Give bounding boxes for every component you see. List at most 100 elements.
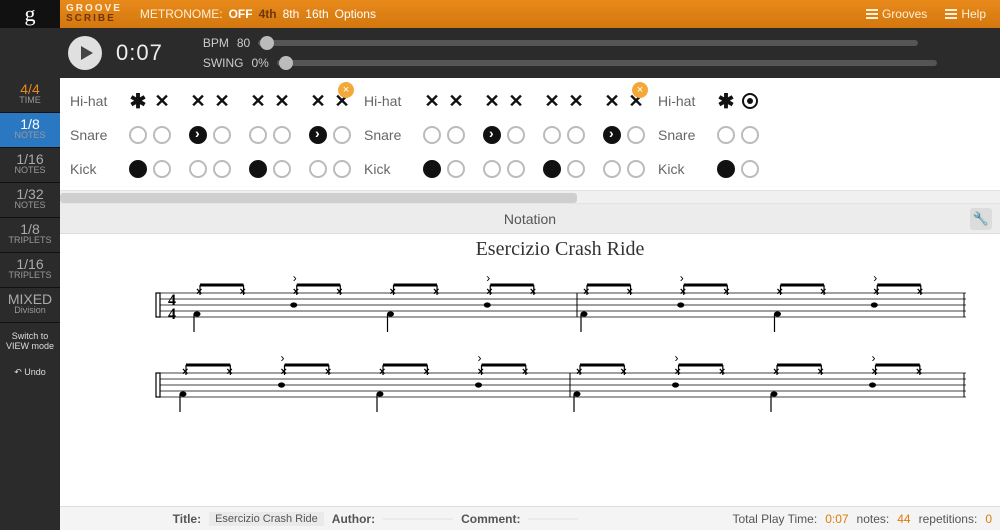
beat-cell[interactable] [273,126,291,144]
slider-thumb[interactable] [260,36,274,50]
cell[interactable] [128,125,148,145]
cell[interactable] [542,125,562,145]
beat-cell[interactable] [249,160,267,178]
cell[interactable] [506,125,526,145]
cell[interactable]: ✕ [566,91,586,111]
cell[interactable] [626,159,646,179]
cell[interactable] [212,125,232,145]
cell[interactable] [422,159,442,179]
metronome-off-button[interactable]: OFF [229,7,253,21]
cell[interactable] [152,159,172,179]
beat-cell[interactable] [507,160,525,178]
beat-cell[interactable] [717,126,735,144]
beat-cell[interactable] [717,160,735,178]
beat-cell[interactable] [153,126,171,144]
cell[interactable] [542,159,562,179]
cell[interactable] [602,125,622,145]
beat-cell[interactable] [567,160,585,178]
cell[interactable]: ✕ [446,91,466,111]
beat-cell[interactable] [507,126,525,144]
cell[interactable] [740,91,760,111]
beat-cell[interactable] [309,126,327,144]
sidebar-item-1-16[interactable]: 1/16TRIPLETS [0,253,60,288]
notation-settings-button[interactable]: 🔧 [970,208,992,230]
author-input[interactable] [383,518,453,520]
sidebar-item-MIXED[interactable]: MIXEDDivision [0,288,60,323]
beat-cell[interactable] [447,160,465,178]
cell[interactable] [446,125,466,145]
cell[interactable]: ✱ [716,91,736,111]
sidebar-item-1-16[interactable]: 1/16NOTES [0,148,60,183]
beat-cell[interactable] [129,126,147,144]
cell[interactable]: ✕ [248,91,268,111]
cell[interactable] [212,159,232,179]
delete-measure-button[interactable]: × [632,82,648,98]
cell[interactable] [422,125,442,145]
cell[interactable] [272,159,292,179]
beat-cell[interactable] [567,126,585,144]
cell[interactable] [506,159,526,179]
cell[interactable] [626,125,646,145]
beat-cell[interactable] [189,160,207,178]
beat-cell[interactable] [603,126,621,144]
cell[interactable] [740,159,760,179]
beat-cell[interactable] [483,160,501,178]
cell[interactable] [716,159,736,179]
beat-cell[interactable] [741,126,759,144]
beat-cell[interactable] [213,160,231,178]
beat-cell[interactable] [741,160,759,178]
cell[interactable]: ✕ [308,91,328,111]
swing-slider[interactable] [277,60,937,66]
slider-thumb[interactable] [279,56,293,70]
cell[interactable]: ✕ [272,91,292,111]
horizontal-scrollbar[interactable] [60,190,1000,204]
cell[interactable] [308,159,328,179]
sidebar-item-1-8[interactable]: 1/8NOTES [0,113,60,148]
title-input[interactable]: Esercizio Crash Ride [209,512,324,526]
metronome-4th-button[interactable]: 4th [259,7,277,21]
cell[interactable] [566,125,586,145]
cell[interactable] [152,125,172,145]
cell[interactable] [566,159,586,179]
cell[interactable] [128,159,148,179]
cell[interactable] [332,125,352,145]
beat-cell[interactable] [543,126,561,144]
cell[interactable] [446,159,466,179]
beat-cell[interactable] [423,126,441,144]
beat-cell[interactable] [333,126,351,144]
cell[interactable]: ✕ [188,91,208,111]
beat-cell[interactable] [189,126,207,144]
cell[interactable]: ✕ [212,91,232,111]
cell[interactable]: ✕ [506,91,526,111]
beat-cell[interactable] [333,160,351,178]
beat-cell[interactable] [129,160,147,178]
delete-measure-button[interactable]: × [338,82,354,98]
sidebar-item-4-4[interactable]: 4/4TIME [0,78,60,113]
play-button[interactable] [68,36,102,70]
undo-button[interactable]: ↶ Undo [0,359,60,386]
help-link[interactable]: Help [945,7,986,21]
cell[interactable] [308,125,328,145]
beat-cell[interactable] [603,160,621,178]
cell[interactable]: ✕ [422,91,442,111]
switch-view-mode-button[interactable]: Switch to VIEW mode [0,323,60,359]
beat-cell[interactable] [627,160,645,178]
beat-cell[interactable] [627,126,645,144]
cell[interactable]: ✕ [542,91,562,111]
beat-cell[interactable] [153,160,171,178]
beat-cell[interactable] [213,126,231,144]
beat-cell[interactable] [273,160,291,178]
cell[interactable]: ✕ [602,91,622,111]
bpm-slider[interactable] [258,40,918,46]
cell[interactable] [740,125,760,145]
grooves-link[interactable]: Grooves [866,7,927,21]
beat-cell[interactable] [309,160,327,178]
cell[interactable]: ✕ [482,91,502,111]
cell[interactable]: ✱ [128,91,148,111]
metronome-8th-button[interactable]: 8th [283,7,300,21]
cell[interactable] [248,159,268,179]
sidebar-item-1-32[interactable]: 1/32NOTES [0,183,60,218]
cell[interactable] [248,125,268,145]
cell[interactable] [188,125,208,145]
cell[interactable] [716,125,736,145]
